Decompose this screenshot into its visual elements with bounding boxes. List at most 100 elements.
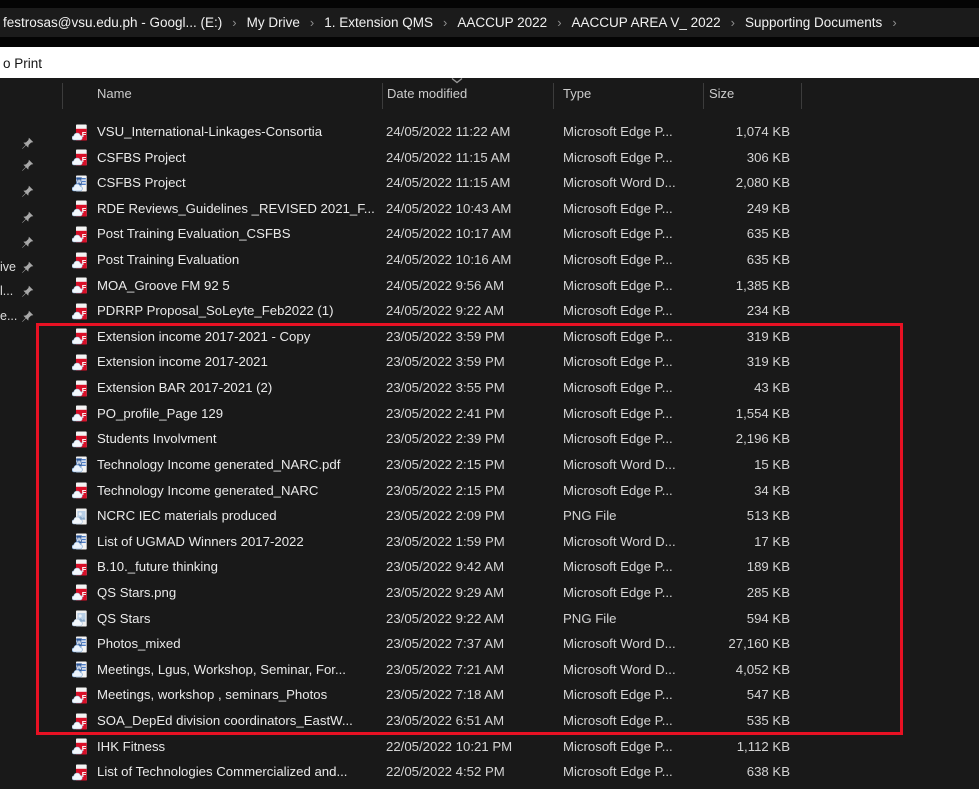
file-row[interactable]: F B.10._future thinking 23/05/2022 9:42 … (0, 554, 979, 580)
file-size: 1,385 KB (655, 273, 790, 299)
column-header-type[interactable]: Type (563, 86, 591, 101)
file-date-modified: 23/05/2022 1:59 PM (386, 529, 554, 555)
png-file-icon (72, 508, 89, 525)
file-size: 535 KB (655, 708, 790, 734)
pdf-file-icon: F (72, 482, 89, 499)
breadcrumb-item[interactable]: Supporting Documents (745, 15, 882, 30)
column-divider (62, 83, 63, 109)
sort-descending-icon[interactable] (450, 77, 464, 84)
print-label-fragment[interactable]: o Print (3, 56, 42, 71)
file-size: 43 KB (655, 375, 790, 401)
file-row[interactable]: F VSU_International-Linkages-Consortia 2… (0, 119, 979, 145)
file-date-modified: 24/05/2022 10:16 AM (386, 247, 554, 273)
breadcrumb-item[interactable]: AACCUP AREA V_ 2022 (572, 15, 721, 30)
file-row[interactable]: F CSFBS Project 24/05/2022 11:15 AM Micr… (0, 145, 979, 171)
file-size: 17 KB (655, 529, 790, 555)
word-file-icon: W (72, 533, 89, 550)
file-rows: F VSU_International-Linkages-Consortia 2… (0, 119, 979, 785)
column-divider[interactable] (703, 83, 704, 109)
file-size: 594 KB (655, 606, 790, 632)
pdf-file-icon: F (72, 226, 89, 243)
file-row[interactable]: F Post Training Evaluation_CSFBS 24/05/2… (0, 221, 979, 247)
file-row[interactable]: W Photos_mixed 23/05/2022 7:37 AM Micros… (0, 631, 979, 657)
file-date-modified: 23/05/2022 2:15 PM (386, 452, 554, 478)
pdf-file-icon: F (72, 252, 89, 269)
file-date-modified: 23/05/2022 6:51 AM (386, 708, 554, 734)
file-row[interactable]: W List of UGMAD Winners 2017-2022 23/05/… (0, 529, 979, 555)
breadcrumb-separator-icon: › (731, 15, 735, 30)
column-header-size[interactable]: Size (709, 86, 734, 101)
file-date-modified: 23/05/2022 2:15 PM (386, 478, 554, 504)
file-row[interactable]: F Technology Income generated_NARC 23/05… (0, 478, 979, 504)
file-date-modified: 23/05/2022 9:29 AM (386, 580, 554, 606)
file-date-modified: 24/05/2022 11:15 AM (386, 170, 554, 196)
file-size: 635 KB (655, 247, 790, 273)
pdf-file-icon: F (72, 738, 89, 755)
column-header-date_modified[interactable]: Date modified (387, 86, 467, 101)
pdf-file-icon: F (72, 687, 89, 704)
explorer-window: festrosas@vsu.edu.ph - Googl... (E:) › My… (0, 0, 979, 789)
file-row[interactable]: F Students Involvment 23/05/2022 2:39 PM… (0, 426, 979, 452)
file-date-modified: 23/05/2022 2:09 PM (386, 503, 554, 529)
file-name: PO_profile_Page 129 (97, 401, 377, 427)
file-date-modified: 23/05/2022 7:37 AM (386, 631, 554, 657)
file-name: QS Stars (97, 606, 377, 632)
column-divider[interactable] (382, 83, 383, 109)
file-name: Extension BAR 2017-2021 (2) (97, 375, 377, 401)
file-row[interactable]: F Meetings, workshop , seminars_Photos 2… (0, 682, 979, 708)
breadcrumb-separator-icon: › (443, 15, 447, 30)
file-row[interactable]: F Post Training Evaluation 24/05/2022 10… (0, 247, 979, 273)
file-size: 15 KB (655, 452, 790, 478)
file-date-modified: 24/05/2022 10:43 AM (386, 196, 554, 222)
file-row[interactable]: F List of Technologies Commercialized an… (0, 759, 979, 785)
column-divider[interactable] (801, 83, 802, 109)
file-row[interactable]: NCRC IEC materials produced 23/05/2022 2… (0, 503, 979, 529)
file-row[interactable]: F Extension income 2017-2021 - Copy 23/0… (0, 324, 979, 350)
file-row[interactable]: W Meetings, Lgus, Workshop, Seminar, For… (0, 657, 979, 683)
file-name: MOA_Groove FM 92 5 (97, 273, 377, 299)
file-size: 513 KB (655, 503, 790, 529)
breadcrumb-item[interactable]: My Drive (247, 15, 300, 30)
file-size: 34 KB (655, 478, 790, 504)
file-row[interactable]: F Extension BAR 2017-2021 (2) 23/05/2022… (0, 375, 979, 401)
file-row[interactable]: F PO_profile_Page 129 23/05/2022 2:41 PM… (0, 401, 979, 427)
file-size: 2,080 KB (655, 170, 790, 196)
file-row[interactable]: F QS Stars.png 23/05/2022 9:29 AM Micros… (0, 580, 979, 606)
file-row[interactable]: F MOA_Groove FM 92 5 24/05/2022 9:56 AM … (0, 273, 979, 299)
file-name: Meetings, Lgus, Workshop, Seminar, For..… (97, 657, 377, 683)
file-row[interactable]: F IHK Fitness 22/05/2022 10:21 PM Micros… (0, 734, 979, 760)
file-size: 635 KB (655, 221, 790, 247)
breadcrumb-item[interactable]: AACCUP 2022 (457, 15, 547, 30)
file-date-modified: 22/05/2022 4:52 PM (386, 759, 554, 785)
pdf-file-icon: F (72, 764, 89, 781)
file-name: Extension income 2017-2021 - Copy (97, 324, 377, 350)
file-name: SOA_DepEd division coordinators_EastW... (97, 708, 377, 734)
file-row[interactable]: QS Stars 23/05/2022 9:22 AM PNG File 594… (0, 606, 979, 632)
pdf-file-icon: F (72, 124, 89, 141)
file-date-modified: 23/05/2022 2:39 PM (386, 426, 554, 452)
file-name: PDRRP Proposal_SoLeyte_Feb2022 (1) (97, 298, 377, 324)
file-size: 319 KB (655, 349, 790, 375)
pdf-file-icon: F (72, 380, 89, 397)
breadcrumb-separator-icon: › (892, 15, 896, 30)
file-row[interactable]: F RDE Reviews_Guidelines _REVISED 2021_F… (0, 196, 979, 222)
pdf-file-icon: F (72, 559, 89, 576)
pdf-file-icon: F (72, 328, 89, 345)
file-row[interactable]: W Technology Income generated_NARC.pdf 2… (0, 452, 979, 478)
file-row[interactable]: F PDRRP Proposal_SoLeyte_Feb2022 (1) 24/… (0, 298, 979, 324)
file-name: Meetings, workshop , seminars_Photos (97, 682, 377, 708)
breadcrumb-item[interactable]: 1. Extension QMS (324, 15, 433, 30)
file-name: IHK Fitness (97, 734, 377, 760)
file-size: 1,112 KB (655, 734, 790, 760)
file-row[interactable]: F SOA_DepEd division coordinators_EastW.… (0, 708, 979, 734)
column-header-name[interactable]: Name (97, 86, 132, 101)
word-file-icon: W (72, 661, 89, 678)
breadcrumb-root[interactable]: festrosas@vsu.edu.ph - Googl... (E:) (3, 15, 222, 30)
file-row[interactable]: W CSFBS Project 24/05/2022 11:15 AM Micr… (0, 170, 979, 196)
column-divider[interactable] (553, 83, 554, 109)
file-name: Post Training Evaluation_CSFBS (97, 221, 377, 247)
file-list-pane: ive l... e... NameDate modifiedTypeSize … (0, 78, 979, 789)
file-name: Technology Income generated_NARC (97, 478, 377, 504)
file-row[interactable]: F Extension income 2017-2021 23/05/2022 … (0, 349, 979, 375)
word-file-icon: W (72, 456, 89, 473)
